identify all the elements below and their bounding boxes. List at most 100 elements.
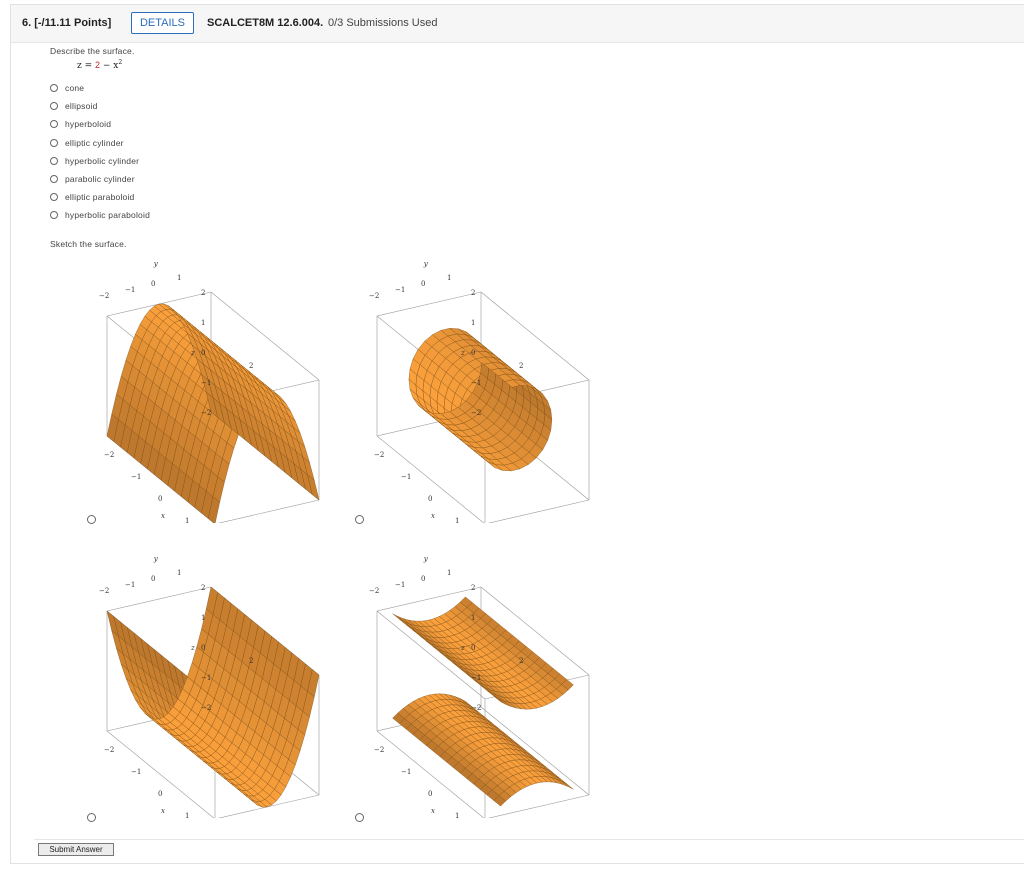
plot-radio-two-sheet-surface[interactable] (355, 813, 364, 822)
question-header: 6. [-/11.11 Points] DETAILS SCALCET8M 12… (11, 5, 1024, 43)
top-tick-label: 2 (249, 362, 253, 370)
radio-button[interactable] (50, 211, 58, 220)
x-tick-label: −2 (104, 451, 114, 459)
x-tick-label: −1 (131, 768, 141, 776)
y-tick-label: 0 (151, 575, 155, 583)
submissions-used: 0/3 Submissions Used (328, 17, 438, 29)
y-axis-label: y (423, 555, 429, 563)
option-label: ellipsoid (65, 101, 98, 112)
y-tick-label: −2 (369, 587, 379, 595)
z-tick-label: 1 (201, 614, 205, 622)
option-label: elliptic paraboloid (65, 192, 135, 203)
equation: z = 2 − x2 (77, 59, 122, 71)
x-tick-label: −2 (104, 746, 114, 754)
z-tick-label: −2 (201, 409, 211, 417)
radio-button[interactable] (50, 138, 58, 147)
plot-circular-cylinder: 210−1−2z−2−101y−2−1012x2 (358, 258, 608, 523)
surface-lower (392, 693, 574, 807)
z-tick-label: 0 (471, 349, 475, 357)
surface (106, 303, 320, 523)
y-tick-label: 0 (421, 280, 425, 288)
surface-plot: 210−1−2z−2−101y−2−1012x2 (369, 260, 590, 523)
equation-lhs: z = (77, 61, 93, 71)
option-label: elliptic cylinder (65, 137, 124, 148)
top-tick-label: 2 (249, 657, 253, 665)
z-tick-label: −2 (471, 704, 481, 712)
x-tick-label: −2 (374, 451, 384, 459)
y-tick-label: 1 (177, 569, 181, 577)
footer-divider (34, 839, 1024, 840)
radio-button[interactable] (50, 120, 58, 129)
z-axis-label: z (190, 349, 195, 357)
x-axis-label: x (161, 512, 165, 520)
y-axis-label: y (153, 260, 159, 268)
x-axis-label: x (431, 807, 435, 815)
x-tick-label: 0 (158, 790, 162, 798)
plot-radio-circular-cylinder[interactable] (355, 515, 364, 524)
y-tick-label: 1 (447, 274, 451, 282)
y-axis-label: y (423, 260, 429, 268)
z-tick-label: −2 (201, 704, 211, 712)
z-tick-label: −2 (471, 409, 481, 417)
z-axis-label: z (460, 349, 465, 357)
option-label: parabolic cylinder (65, 174, 135, 184)
z-tick-label: −1 (471, 674, 481, 682)
radio-button[interactable] (50, 193, 58, 202)
option-hyperbolic-paraboloid[interactable]: hyperbolic paraboloid (50, 208, 150, 222)
x-tick-label: 0 (158, 495, 162, 503)
x-tick-label: 1 (455, 812, 459, 818)
z-axis-label: z (460, 644, 465, 652)
plot-upward-parabolic-cylinder: 210−1−2z−2−101y−2−1012x2 (88, 553, 338, 818)
option-cone[interactable]: cone (50, 81, 84, 95)
y-axis-label: y (153, 555, 159, 563)
z-tick-label: 2 (201, 584, 205, 592)
x-tick-label: 1 (185, 812, 189, 818)
z-tick-label: 0 (201, 349, 205, 357)
option-parabolic-cylinder[interactable]: parabolic cylinder (50, 172, 135, 186)
plot-radio-upward-parabolic-cylinder[interactable] (87, 813, 96, 822)
surface-plot: 210−1−2z−2−101y−2−1012x2 (99, 555, 320, 818)
details-button[interactable]: DETAILS (131, 12, 194, 34)
y-tick-label: −2 (99, 292, 109, 300)
option-ellipsoid[interactable]: ellipsoid (50, 99, 98, 113)
y-tick-label: −1 (395, 581, 405, 589)
x-tick-label: 1 (455, 517, 459, 523)
radio-button[interactable] (50, 84, 58, 92)
option-label: cone (65, 83, 85, 93)
x-tick-label: −1 (401, 473, 411, 481)
z-axis-label: z (190, 644, 195, 652)
x-axis-label: x (431, 512, 435, 520)
option-hyperboloid[interactable]: hyperboloid (50, 117, 111, 131)
y-tick-label: −1 (125, 581, 135, 589)
question-code: SCALCET8M 12.6.004. (207, 17, 324, 29)
x-tick-label: −1 (401, 768, 411, 776)
z-tick-label: 1 (201, 319, 205, 327)
y-tick-label: −2 (99, 587, 109, 595)
submit-answer-button[interactable]: Submit Answer (38, 843, 114, 856)
describe-prompt: Describe the surface. (50, 46, 135, 56)
radio-button[interactable] (50, 156, 58, 165)
question-number: 6. [-/11.11 Points] (22, 17, 112, 29)
equation-exponent: 2 (118, 59, 123, 66)
z-tick-label: 2 (201, 289, 205, 297)
surface-upper (392, 596, 574, 710)
plot-radio-downward-parabolic-cylinder[interactable] (87, 515, 96, 524)
y-tick-label: 1 (447, 569, 451, 577)
option-elliptic-cylinder[interactable]: elliptic cylinder (50, 136, 124, 150)
option-label: hyperboloid (65, 119, 112, 130)
equation-rest: − x (100, 61, 119, 71)
top-tick-label: 2 (519, 657, 523, 665)
y-tick-label: −2 (369, 292, 379, 300)
plot-downward-parabolic-cylinder: 210−1−2z−2−101y−2−1012x2 (88, 258, 338, 523)
surface-plot: 210−1−2z−2−101y−2−1012x2 (99, 260, 320, 523)
option-elliptic-paraboloid[interactable]: elliptic paraboloid (50, 190, 134, 204)
option-hyperbolic-cylinder[interactable]: hyperbolic cylinder (50, 154, 139, 168)
y-tick-label: 0 (151, 280, 155, 288)
top-tick-label: 2 (519, 362, 523, 370)
option-label: hyperbolic paraboloid (65, 210, 151, 221)
y-tick-label: 0 (421, 575, 425, 583)
radio-button[interactable] (50, 102, 58, 111)
x-tick-label: −2 (374, 746, 384, 754)
z-tick-label: −1 (201, 379, 211, 387)
radio-button[interactable] (50, 175, 58, 183)
